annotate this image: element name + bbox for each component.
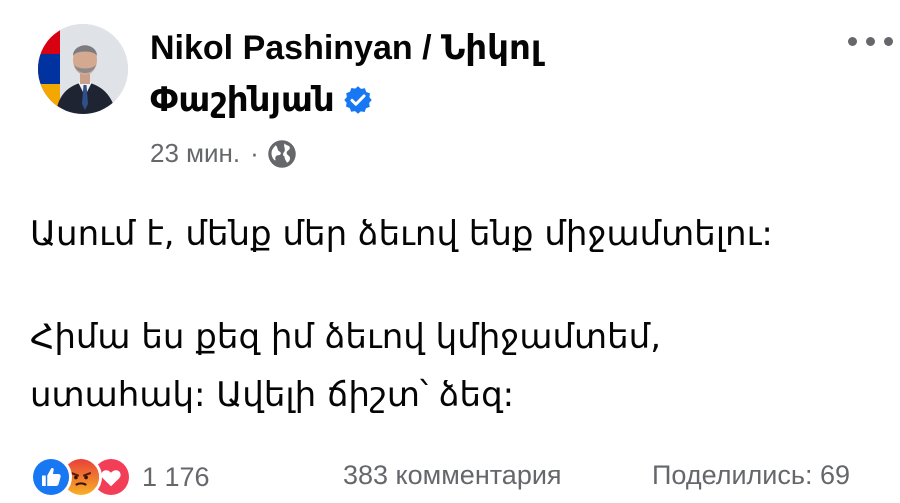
more-dot-icon: [848, 36, 857, 46]
post-paragraph-2: Հիմա ես քեզ իմ ձեւով կմիջամտեմ, ստահակ: …: [30, 308, 900, 424]
more-dot-icon: [884, 36, 893, 46]
facebook-post: Nikol Pashinyan / Նիկոլ Փաշինյան 23 мин.…: [0, 0, 900, 503]
comments-count-link[interactable]: 383 комментария: [343, 460, 562, 491]
post-meta: 23 мин. ·: [150, 138, 297, 169]
post-timestamp[interactable]: 23 мин.: [150, 138, 240, 169]
more-options-button[interactable]: [848, 28, 900, 54]
shares-count-link[interactable]: Поделились: 69: [652, 460, 850, 491]
globe-icon[interactable]: [267, 139, 297, 169]
author-name-line2: Փաշինյան: [150, 81, 335, 119]
author-name[interactable]: Nikol Pashinyan / Նիկոլ Փաշինյան: [150, 22, 710, 126]
reactions-summary[interactable]: 1 176: [30, 456, 210, 498]
avatar-portrait-icon: [38, 24, 128, 114]
author-avatar[interactable]: [38, 24, 128, 114]
post-paragraph-2-line-1: Հիմա ես քեզ իմ ձեւով կմիջամտեմ,: [30, 317, 662, 357]
post-content: Ասում է, մենք մեր ձեւով ենք միջամտելու: …: [30, 206, 900, 424]
post-paragraph-1: Ասում է, մենք մեր ձեւով ենք միջամտելու:: [30, 214, 773, 254]
meta-separator: ·: [250, 138, 259, 168]
reactions-count: 1 176: [142, 461, 210, 492]
author-name-line1: Nikol Pashinyan / Նիկոլ: [150, 29, 542, 67]
verified-badge-icon: [343, 85, 373, 115]
post-footer: 1 176 383 комментария Поделились: 69: [30, 456, 900, 500]
post-paragraph-2-line-2: ստահակ: Ավելի ճիշտ՝ ձեզ:: [30, 375, 515, 415]
like-icon: [30, 456, 72, 498]
more-dot-icon: [866, 36, 875, 46]
